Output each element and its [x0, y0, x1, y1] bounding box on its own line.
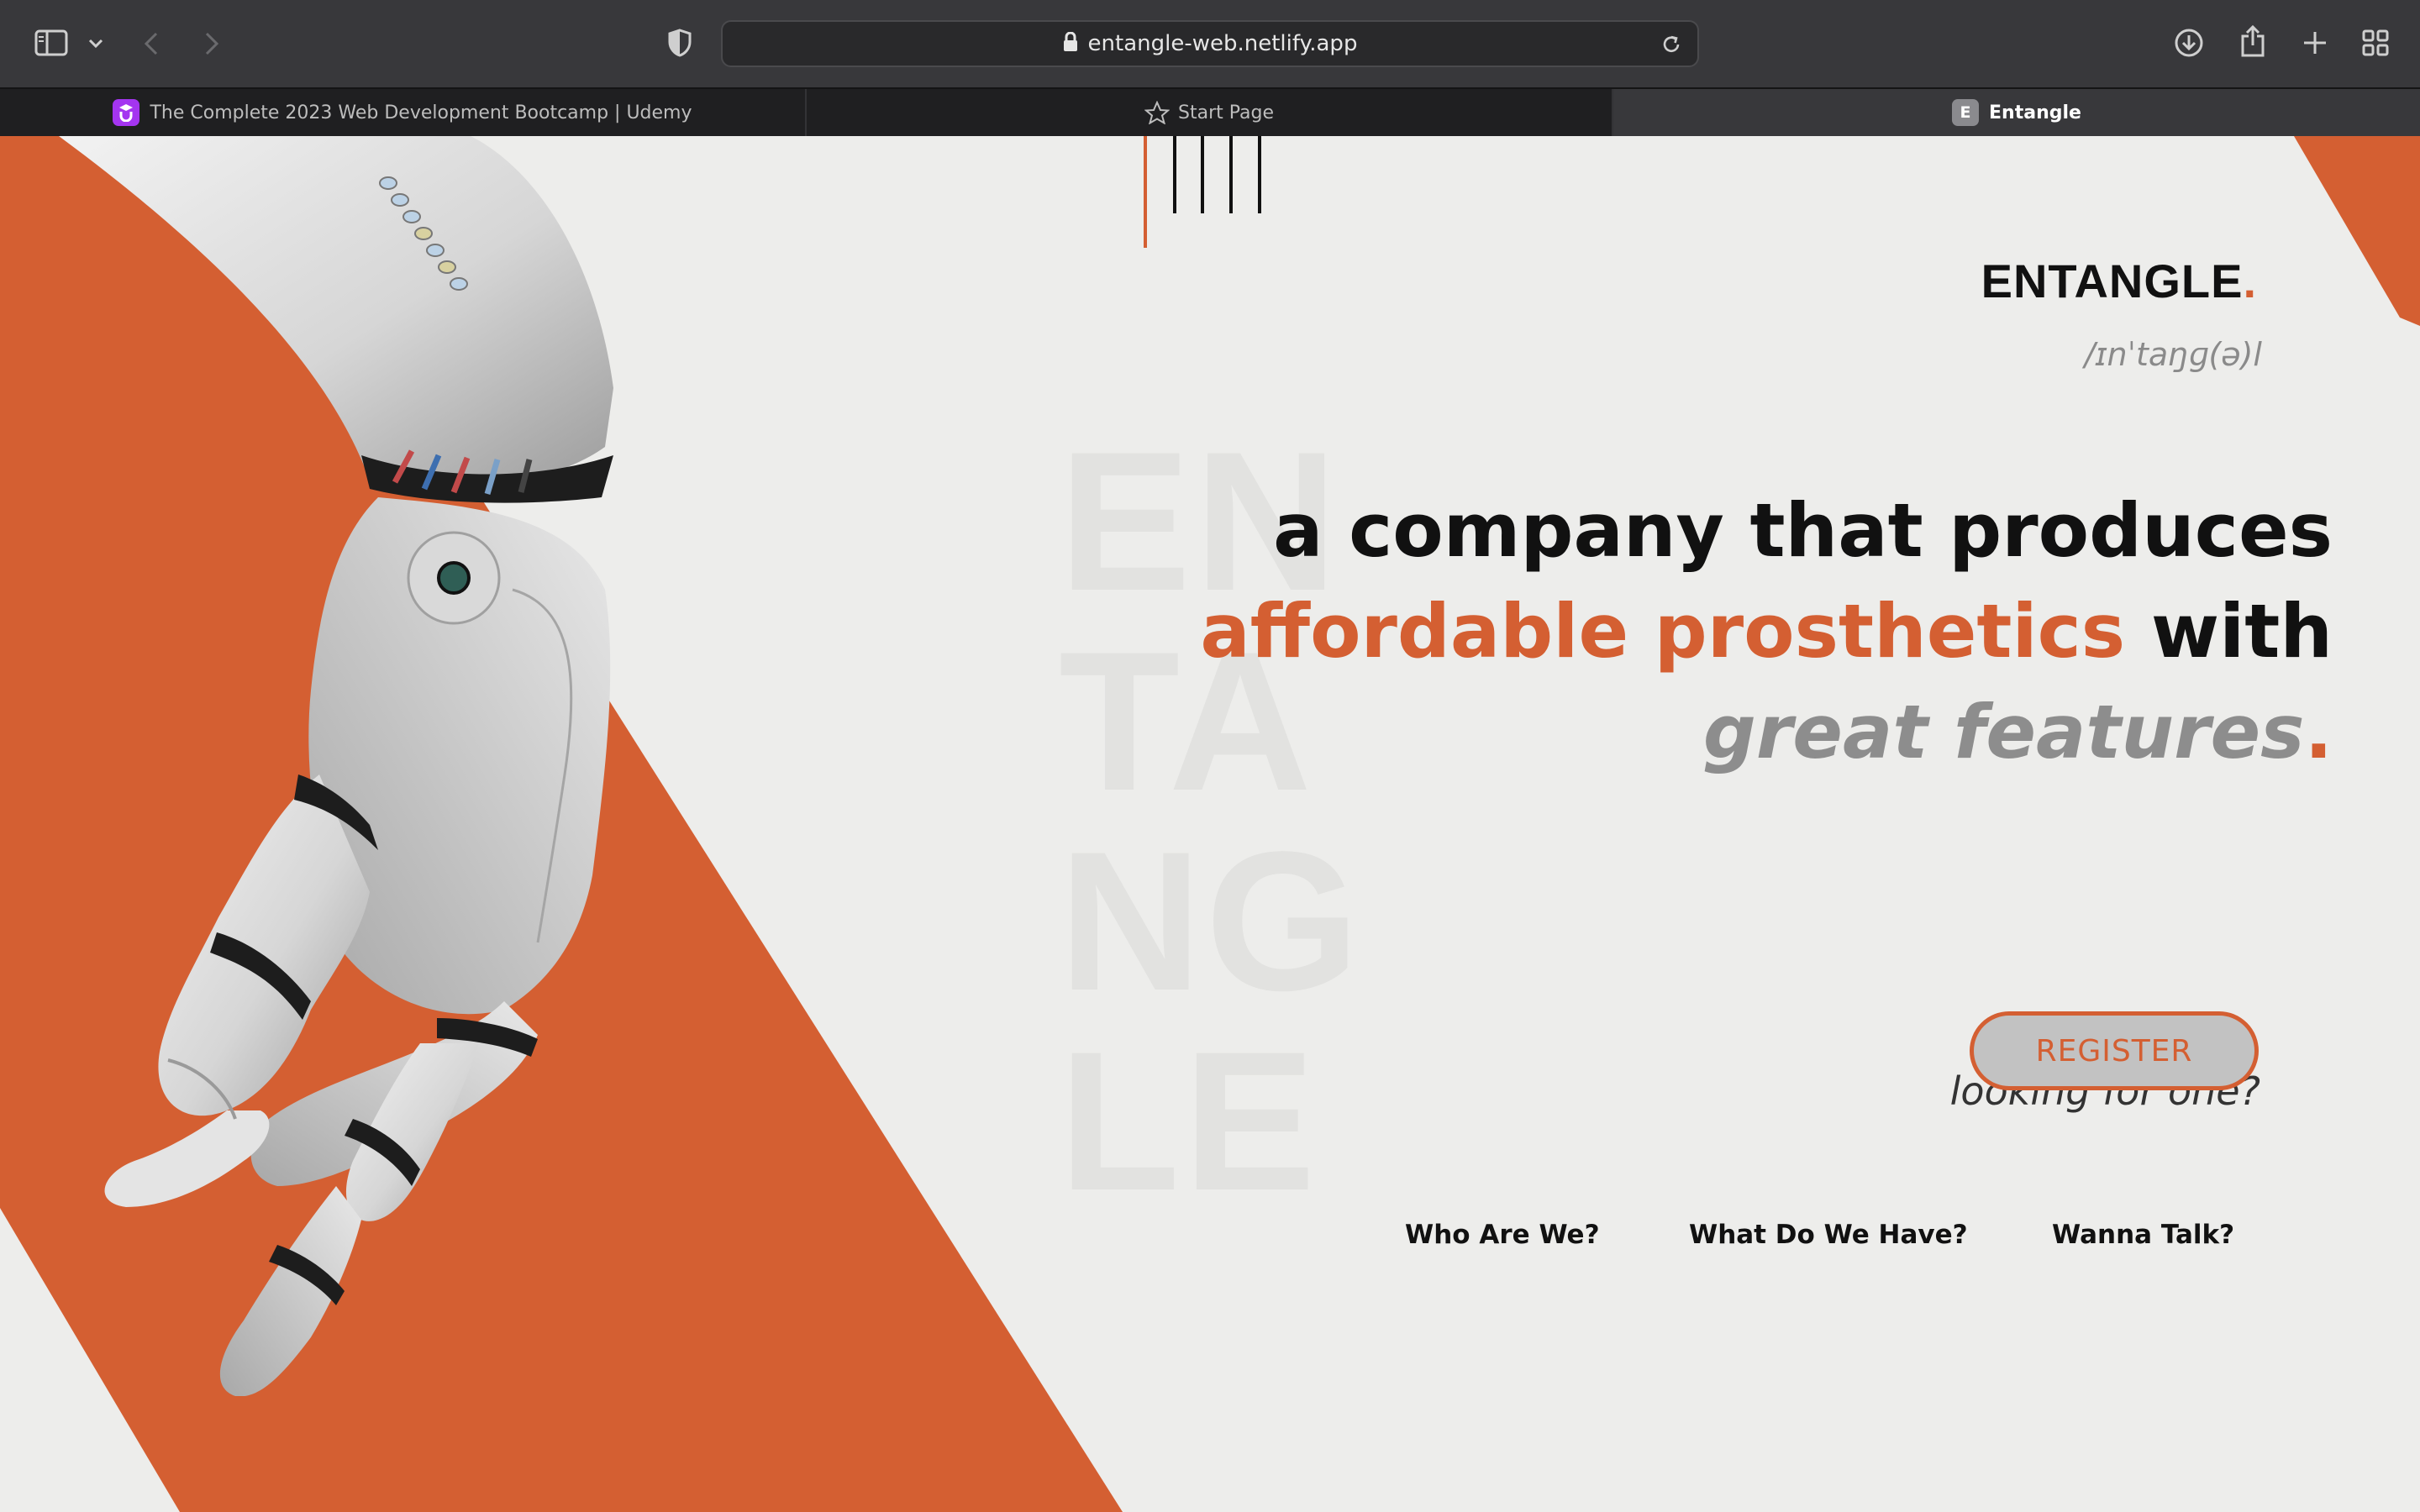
tab-bar: The Complete 2023 Web Development Bootca… [0, 87, 2420, 136]
lock-icon [1063, 31, 1078, 55]
page-content: EN TA NG LE ENTANGLE. /ɪnˈtaŋɡ(ə)l a com… [0, 136, 2420, 1512]
nav-what-do-we-have[interactable]: What Do We Have? [1689, 1220, 1968, 1250]
chevron-down-icon[interactable] [84, 32, 108, 55]
tab-label: Entangle [1989, 102, 2081, 123]
phonetic-spelling: /ɪnˈtaŋɡ(ə)l [2084, 336, 2262, 373]
tab-label: Start Page [1178, 102, 1274, 123]
tab-udemy[interactable]: The Complete 2023 Web Development Bootca… [0, 89, 805, 136]
url-text: entangle-web.netlify.app [1087, 31, 1358, 56]
headline-gray-text: great features [1702, 689, 2305, 775]
headline-dot: . [2304, 689, 2333, 775]
register-button[interactable]: REGISTER [1970, 1011, 2259, 1090]
star-icon [1144, 101, 1170, 124]
tab-label: The Complete 2023 Web Development Bootca… [150, 102, 692, 123]
entangle-favicon: E [1952, 99, 1980, 126]
new-tab-plus-icon[interactable] [2297, 25, 2333, 60]
address-bar[interactable]: entangle-web.netlify.app [721, 20, 1699, 67]
downloads-icon[interactable] [2171, 25, 2207, 60]
browser-toolbar: entangle-web.netlify.app [0, 0, 2420, 87]
headline-line-1: a company that produces [1273, 487, 2333, 574]
back-arrow-icon[interactable] [138, 27, 165, 60]
brand-logo[interactable]: ENTANGLE. [1981, 254, 2257, 308]
reload-icon[interactable] [1660, 34, 1682, 59]
headline-line-2-rest: with [2125, 588, 2333, 675]
robotic-hand-image [59, 136, 613, 1396]
share-icon[interactable] [2235, 22, 2270, 60]
brand-name: ENTANGLE [1981, 255, 2244, 307]
brand-dot: . [2243, 255, 2257, 307]
tab-entangle[interactable]: E Entangle [1612, 89, 2420, 136]
privacy-shield-icon[interactable] [666, 27, 694, 59]
forward-arrow-icon[interactable] [198, 27, 225, 60]
hero-headline: a company that produces affordable prost… [1200, 480, 2333, 783]
headline-line-2: affordable prosthetics with [1200, 581, 2333, 682]
nav-who-are-we[interactable]: Who Are We? [1405, 1220, 1600, 1250]
headline-highlight: affordable prosthetics [1200, 588, 2126, 675]
tab-start-page[interactable]: Start Page [805, 89, 1612, 136]
tab-overview-grid-icon[interactable] [2358, 25, 2393, 60]
sidebar-toggle-icon[interactable] [32, 25, 71, 60]
headline-line-3: great features. [1200, 682, 2333, 783]
nav-wanna-talk[interactable]: Wanna Talk? [2052, 1220, 2234, 1250]
udemy-icon [113, 99, 140, 126]
